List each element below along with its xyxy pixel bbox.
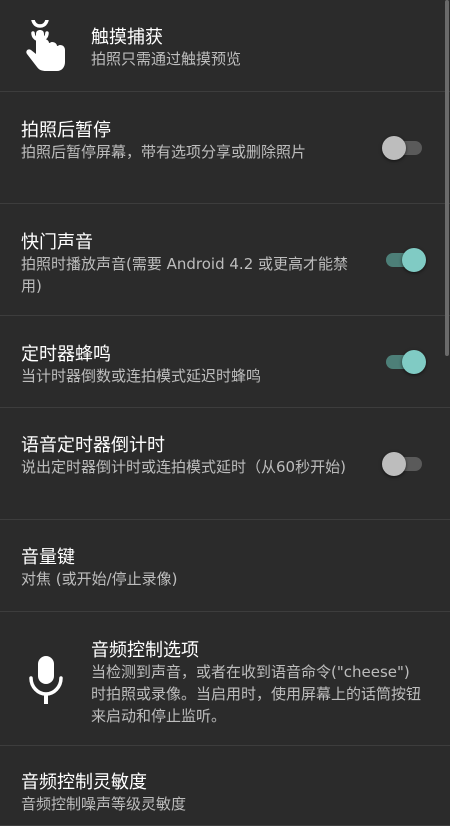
- setting-volume-keys[interactable]: 音量键 对焦 (或开始/停止录像): [0, 520, 450, 612]
- audio-control-title: 音频控制选项: [91, 640, 199, 661]
- setting-pause-after-photo[interactable]: 拍照后暂停 拍照后暂停屏幕，带有选项分享或删除照片: [0, 92, 450, 204]
- microphone-icon: [22, 652, 70, 708]
- settings-list: 触摸捕获 拍照只需通过触摸预览 拍照后暂停 拍照后暂停屏幕，带有选项分享或删除照…: [0, 0, 450, 826]
- setting-audio-sensitivity[interactable]: 音频控制灵敏度 音频控制噪声等级灵敏度: [0, 746, 450, 826]
- pause-after-photo-title: 拍照后暂停: [21, 120, 111, 141]
- timer-beep-switch[interactable]: [382, 348, 426, 376]
- touch-hand-icon: [22, 10, 70, 76]
- switch-thumb: [402, 350, 426, 374]
- pause-after-photo-switch[interactable]: [382, 134, 426, 162]
- audio-sensitivity-summary: 音频控制噪声等级灵敏度: [21, 795, 187, 813]
- touch-capture-summary: 拍照只需通过触摸预览: [91, 50, 242, 68]
- switch-thumb: [382, 452, 406, 476]
- shutter-sound-title: 快门声音: [21, 232, 93, 253]
- setting-timer-beep[interactable]: 定时器蜂鸣 当计时器倒数或连拍模式延迟时蜂鸣: [0, 316, 450, 408]
- touch-capture-title: 触摸捕获: [91, 27, 163, 48]
- volume-keys-title: 音量键: [21, 547, 75, 568]
- setting-audio-control[interactable]: 音频控制选项 当检测到声音，或者在收到语音命令("cheese")时拍照或录像。…: [0, 612, 450, 746]
- audio-sensitivity-title: 音频控制灵敏度: [21, 772, 147, 793]
- voice-timer-switch[interactable]: [382, 450, 426, 478]
- setting-touch-capture[interactable]: 触摸捕获 拍照只需通过触摸预览: [0, 0, 450, 92]
- setting-shutter-sound[interactable]: 快门声音 拍照时播放声音(需要 Android 4.2 或更高才能禁用): [0, 204, 450, 316]
- scrollbar[interactable]: [445, 0, 449, 356]
- pause-after-photo-summary: 拍照后暂停屏幕，带有选项分享或删除照片: [21, 143, 307, 161]
- shutter-sound-summary: 拍照时播放声音(需要 Android 4.2 或更高才能禁用): [21, 255, 349, 295]
- voice-timer-summary: 说出定时器倒计时或连拍模式延时（从60秒开始): [21, 458, 346, 476]
- audio-control-summary: 当检测到声音，或者在收到语音命令("cheese")时拍照或录像。当启用时，使用…: [91, 663, 422, 725]
- volume-keys-summary: 对焦 (或开始/停止录像): [21, 570, 178, 588]
- switch-thumb: [382, 136, 406, 160]
- setting-voice-timer[interactable]: 语音定时器倒计时 说出定时器倒计时或连拍模式延时（从60秒开始): [0, 408, 450, 520]
- timer-beep-title: 定时器蜂鸣: [21, 344, 111, 365]
- voice-timer-title: 语音定时器倒计时: [21, 435, 165, 456]
- timer-beep-summary: 当计时器倒数或连拍模式延迟时蜂鸣: [21, 367, 262, 385]
- switch-thumb: [402, 248, 426, 272]
- shutter-sound-switch[interactable]: [382, 246, 426, 274]
